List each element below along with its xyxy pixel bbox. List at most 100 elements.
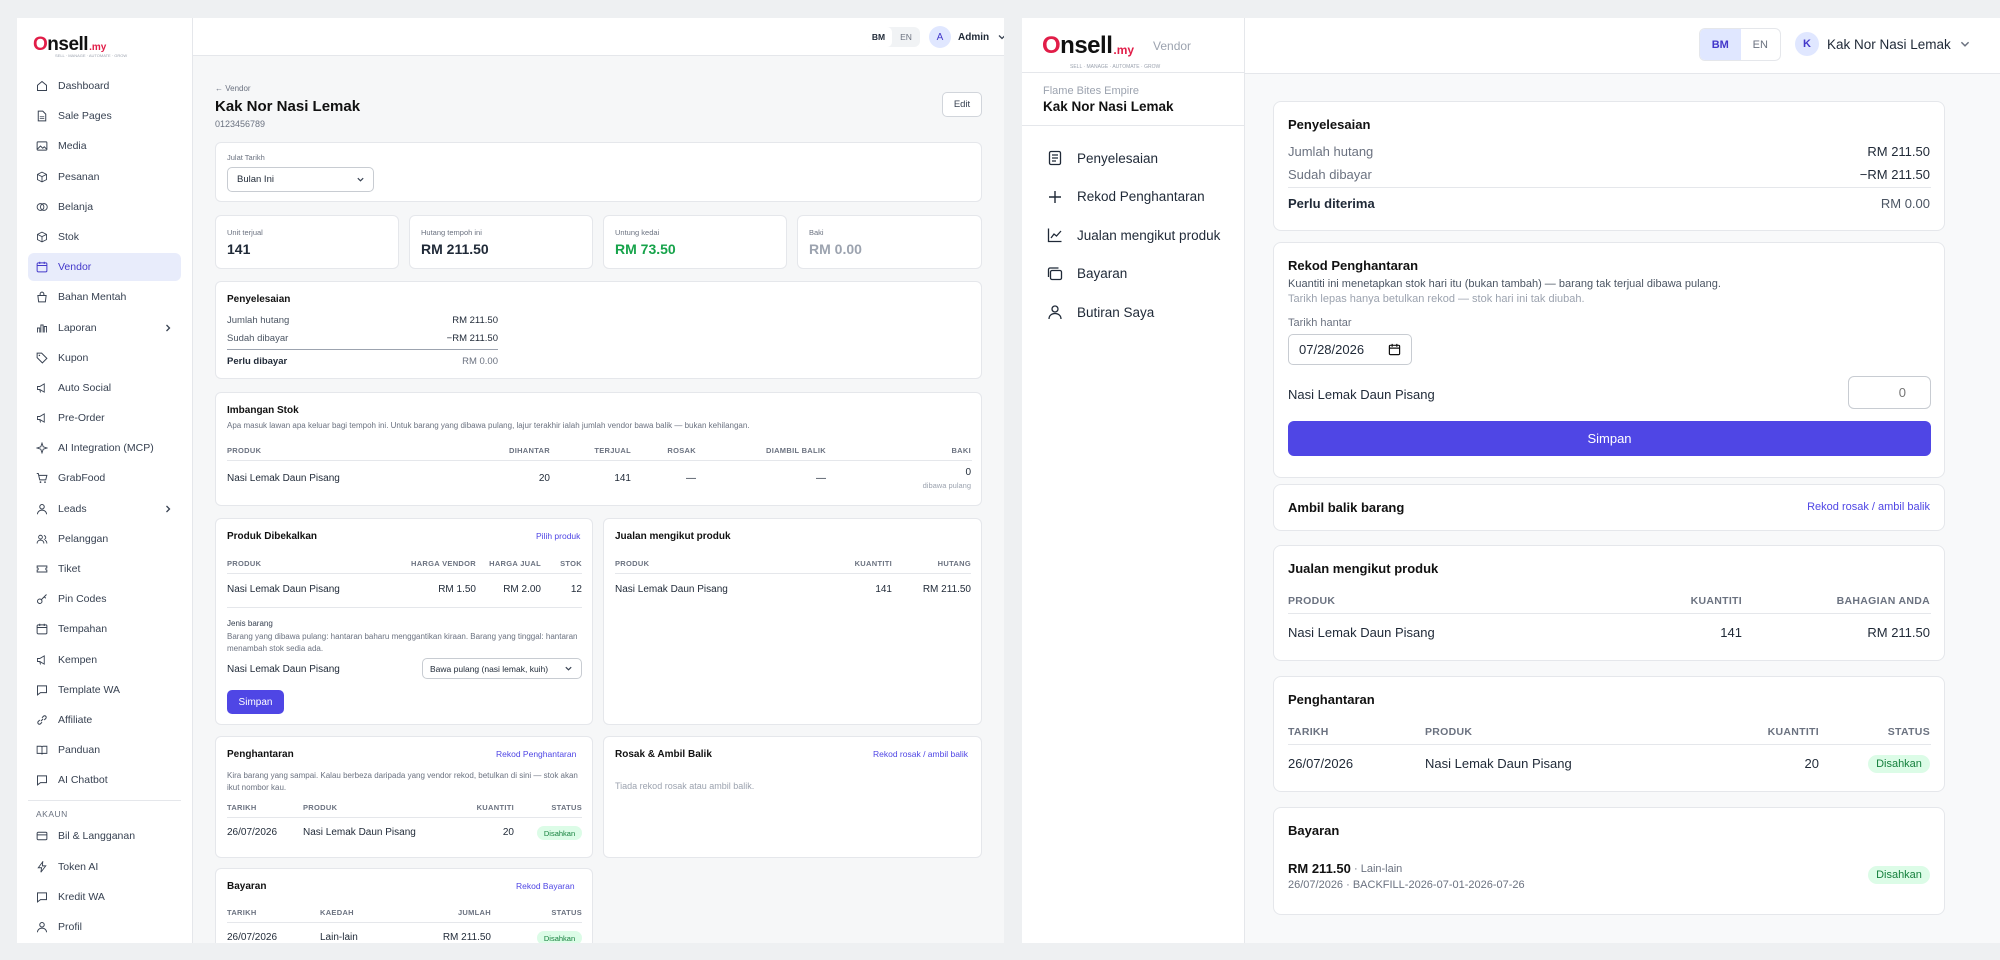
settlement-value: RM 211.50 [1867, 144, 1930, 159]
date-range-select[interactable]: Bulan Ini [227, 167, 374, 192]
vendor-nav-rekod-penghantaran[interactable]: Rekod Penghantaran [1047, 189, 1205, 205]
language-toggle: BM EN [1699, 28, 1781, 61]
payments-card: Bayaran Rekod Bayaran TARIKH KAEDAH JUML… [215, 868, 593, 943]
vendor-nav-penyelesaian[interactable]: Penyelesaian [1047, 150, 1158, 166]
column-header: STOK [560, 559, 582, 568]
stat-label: Baki [809, 228, 824, 237]
sidebar-item-label: Pre-Order [58, 412, 105, 425]
sidebar-item-grabfood[interactable]: GrabFood [28, 464, 181, 492]
divider [28, 800, 181, 802]
delivery-quantity: 20 [1804, 756, 1819, 771]
stock-balance-card: Imbangan Stok Apa masuk lawan apa keluar… [215, 392, 982, 506]
delivery-form-card: Rekod Penghantaran Kuantiti ini menetapk… [1273, 242, 1945, 478]
sidebar-item-token-ai[interactable]: Token AI [28, 853, 181, 881]
sidebar-item-ai-chatbot[interactable]: AI Chatbot [28, 766, 181, 794]
column-header: BAKI [951, 446, 971, 455]
settlement-total-label: Perlu dibayar [227, 356, 288, 367]
lang-en-button[interactable]: EN [892, 27, 920, 47]
settlement-card: Penyelesaian Jumlah hutang RM 211.50 Sud… [215, 281, 982, 379]
vendor-sidebar: Onsell .my SELL · MANAGE · AUTOMATE · GRO… [1022, 18, 1245, 943]
box-icon [37, 171, 47, 182]
sidebar-item-affiliate[interactable]: Affiliate [28, 706, 181, 734]
sidebar-item-label: Laporan [58, 321, 97, 334]
stat-label: Untung kedai [615, 228, 660, 237]
sidebar-item-kempen[interactable]: Kempen [28, 646, 181, 674]
record-delivery-link[interactable]: Rekod Penghantaran [496, 749, 576, 759]
sidebar-item-panduan[interactable]: Panduan [28, 736, 181, 764]
lang-bm-button[interactable]: BM [865, 27, 892, 47]
item-type-label: Jenis barang [227, 619, 273, 628]
product-name: Nasi Lemak Daun Pisang [1288, 625, 1435, 640]
sidebar-item-ai-integration-mcp[interactable]: AI Integration (MCP) [28, 434, 181, 462]
vendor-nav-bayaran[interactable]: Bayaran [1047, 266, 1127, 282]
divider [1022, 72, 1245, 73]
wallet-icon [1047, 266, 1063, 280]
damaged-takeback-card: Rosak & Ambil Balik Rekod rosak / ambil … [603, 736, 982, 858]
sidebar-item-bahan-mentah[interactable]: Bahan Mentah [28, 283, 181, 311]
sidebar-item-laporan[interactable]: Laporan [28, 314, 181, 342]
select-product-link[interactable]: Pilih produk [536, 531, 580, 541]
record-damaged-link[interactable]: Rekod rosak / ambil balik [873, 749, 968, 759]
stat-value: 141 [227, 241, 251, 257]
sidebar-item-auto-social[interactable]: Auto Social [28, 374, 181, 402]
lang-bm-button[interactable]: BM [1700, 29, 1741, 60]
sidebar-item-belanja[interactable]: Belanja [28, 193, 181, 221]
save-button[interactable]: Simpan [227, 690, 284, 714]
sales-quantity: 141 [1720, 625, 1742, 640]
sidebar-item-kredit-wa[interactable]: Kredit WA [28, 883, 181, 911]
sidebar-item-bil-langganan[interactable]: Bil & Langganan [28, 822, 181, 850]
column-header: KUANTITI [476, 803, 514, 812]
megaphone-icon [37, 382, 45, 393]
lang-en-button[interactable]: EN [1741, 29, 1781, 60]
user-name: Admin [958, 31, 990, 43]
sidebar-item-profil[interactable]: Profil [28, 913, 181, 941]
sales-by-product-card: Jualan mengikut produk PRODUK KUANTITI H… [603, 518, 982, 725]
record-payment-link[interactable]: Rekod Bayaran [516, 881, 575, 891]
brand-logo[interactable]: Onsell .my SELL · MANAGE · AUTOMATE · GRO… [33, 26, 127, 58]
item-type-description: Barang yang dibawa pulang: hantaran baha… [227, 632, 578, 653]
delivery-date-input[interactable]: 07/28/2026 [1288, 334, 1412, 365]
sidebar-item-label: Leads [58, 502, 87, 515]
column-header: KAEDAH [320, 908, 354, 917]
item-type-select[interactable]: Bawa pulang (nasi lemak, kuih) [422, 658, 582, 679]
sidebar-item-kupon[interactable]: Kupon [28, 344, 181, 372]
sidebar-item-sale-pages[interactable]: Sale Pages [28, 102, 181, 130]
vendor-nav-jualan-mengikut-produk[interactable]: Jualan mengikut produk [1047, 227, 1220, 243]
sidebar-item-pesanan[interactable]: Pesanan [28, 163, 181, 191]
user-menu[interactable]: K Kak Nor Nasi Lemak [1795, 32, 1971, 56]
record-damaged-link[interactable]: Rekod rosak / ambil balik [1807, 501, 1930, 513]
sidebar-item-pelanggan[interactable]: Pelanggan [28, 525, 181, 553]
sidebar-item-label: Media [58, 140, 87, 153]
user-menu[interactable]: A Admin [929, 26, 1004, 48]
calendar-icon[interactable] [1388, 343, 1401, 356]
vendor-nav-label: Jualan mengikut produk [1077, 227, 1221, 243]
vendor-nav-butiran-saya[interactable]: Butiran Saya [1047, 304, 1154, 320]
calendar-icon [36, 261, 48, 273]
link-icon [37, 715, 47, 725]
sidebar-item-tiket[interactable]: Tiket [28, 555, 181, 583]
user-icon [1048, 305, 1062, 320]
page-title: Kak Nor Nasi Lemak [215, 98, 361, 115]
brand-logo[interactable]: Onsell .my SELL · MANAGE · AUTOMATE · GRO… [1042, 30, 1160, 70]
column-header: TARIKH [1288, 726, 1329, 738]
sidebar-item-template-wa[interactable]: Template WA [28, 676, 181, 704]
sidebar-item-label: Kempen [58, 653, 98, 666]
empty-state-text: Tiada rekod rosak atau ambil balik. [615, 781, 755, 791]
column-header: PRODUK [227, 559, 262, 568]
chevron-down-icon [565, 666, 572, 671]
sidebar-item-pin-codes[interactable]: Pin Codes [28, 585, 181, 613]
vendor-nav-label: Rekod Penghantaran [1077, 189, 1205, 204]
sidebar-item-vendor[interactable]: Vendor [28, 253, 181, 282]
save-button[interactable]: Simpan [1288, 421, 1931, 456]
sidebar-item-leads[interactable]: Leads [28, 495, 181, 523]
back-to-vendor-link[interactable]: ← Vendor [215, 84, 251, 93]
sidebar-item-dashboard[interactable]: Dashboard [28, 72, 181, 100]
edit-button[interactable]: Edit [942, 92, 982, 117]
sidebar-item-media[interactable]: Media [28, 132, 181, 160]
quantity-input[interactable] [1848, 376, 1931, 409]
card-title: Bayaran [227, 881, 267, 892]
sidebar-item-stok[interactable]: Stok [28, 223, 181, 251]
card-icon [36, 832, 48, 841]
sidebar-item-pre-order[interactable]: Pre-Order [28, 404, 181, 432]
sidebar-item-tempahan[interactable]: Tempahan [28, 615, 181, 643]
